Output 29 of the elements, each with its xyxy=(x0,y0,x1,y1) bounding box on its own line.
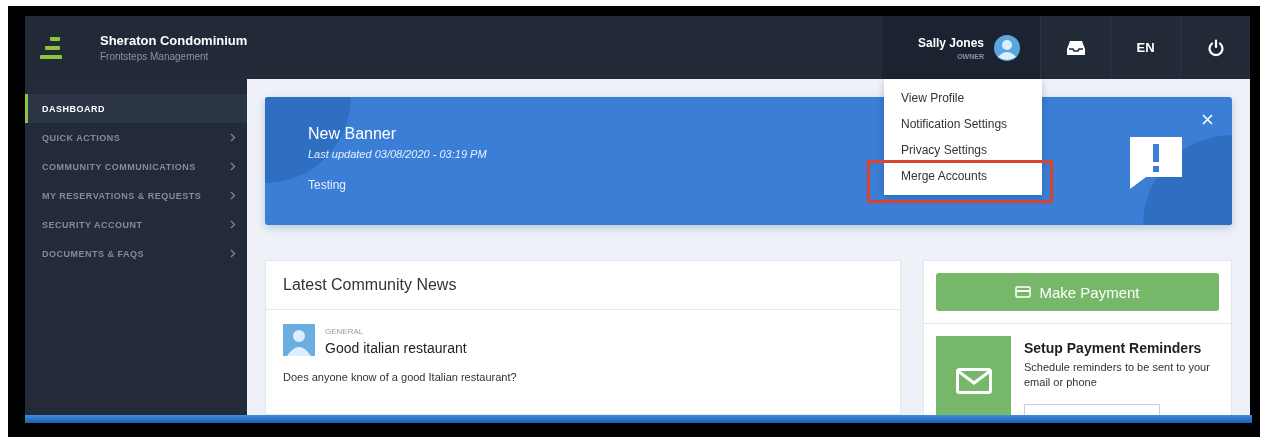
credit-card-icon xyxy=(1015,286,1032,298)
avatar-icon xyxy=(994,34,1020,61)
post-title[interactable]: Good italian restaurant xyxy=(325,340,467,356)
sidebar-item[interactable]: MY RESERVATIONS & REQUESTS xyxy=(25,181,247,210)
close-icon xyxy=(1202,114,1213,125)
post-category: GENERAL xyxy=(325,327,365,336)
banner-date: Last updated 03/08/2020 - 03:19 PM xyxy=(308,148,487,160)
menu-item[interactable]: Merge Accounts xyxy=(884,163,1042,189)
sidebar-item[interactable]: COMMUNITY COMMUNICATIONS xyxy=(25,152,247,181)
menu-item[interactable]: Privacy Settings xyxy=(884,137,1042,163)
avatar-icon xyxy=(283,324,315,356)
power-icon xyxy=(1206,38,1225,57)
sidebar-item[interactable]: DOCUMENTS & FAQS xyxy=(25,239,247,268)
envelope-icon xyxy=(955,368,992,394)
post-text: Does anyone know of a good Italian restaurant? xyxy=(283,371,518,383)
reminders-text: Schedule reminders to be sent to your email or phone xyxy=(1024,360,1211,390)
management-name: Frontsteps Management xyxy=(100,51,210,62)
menu-item[interactable]: Notification Settings xyxy=(884,111,1042,137)
sidebar-item[interactable]: DASHBOARD xyxy=(25,94,247,123)
menu-item[interactable]: View Profile xyxy=(884,85,1042,111)
alert-bubble-icon xyxy=(1128,135,1184,191)
sidebar-item[interactable]: QUICK ACTIONS xyxy=(25,123,247,152)
inbox-icon xyxy=(1065,39,1086,56)
community-name: Sheraton Condominium xyxy=(100,33,248,48)
card-title: Latest Community News xyxy=(283,276,457,294)
banner-text: Testing xyxy=(308,178,348,192)
reminders-title: Setup Payment Reminders xyxy=(1024,340,1203,356)
banner-title: New Banner xyxy=(308,125,398,143)
sidebar-item[interactable]: SECURITY ACCOUNT xyxy=(25,210,247,239)
